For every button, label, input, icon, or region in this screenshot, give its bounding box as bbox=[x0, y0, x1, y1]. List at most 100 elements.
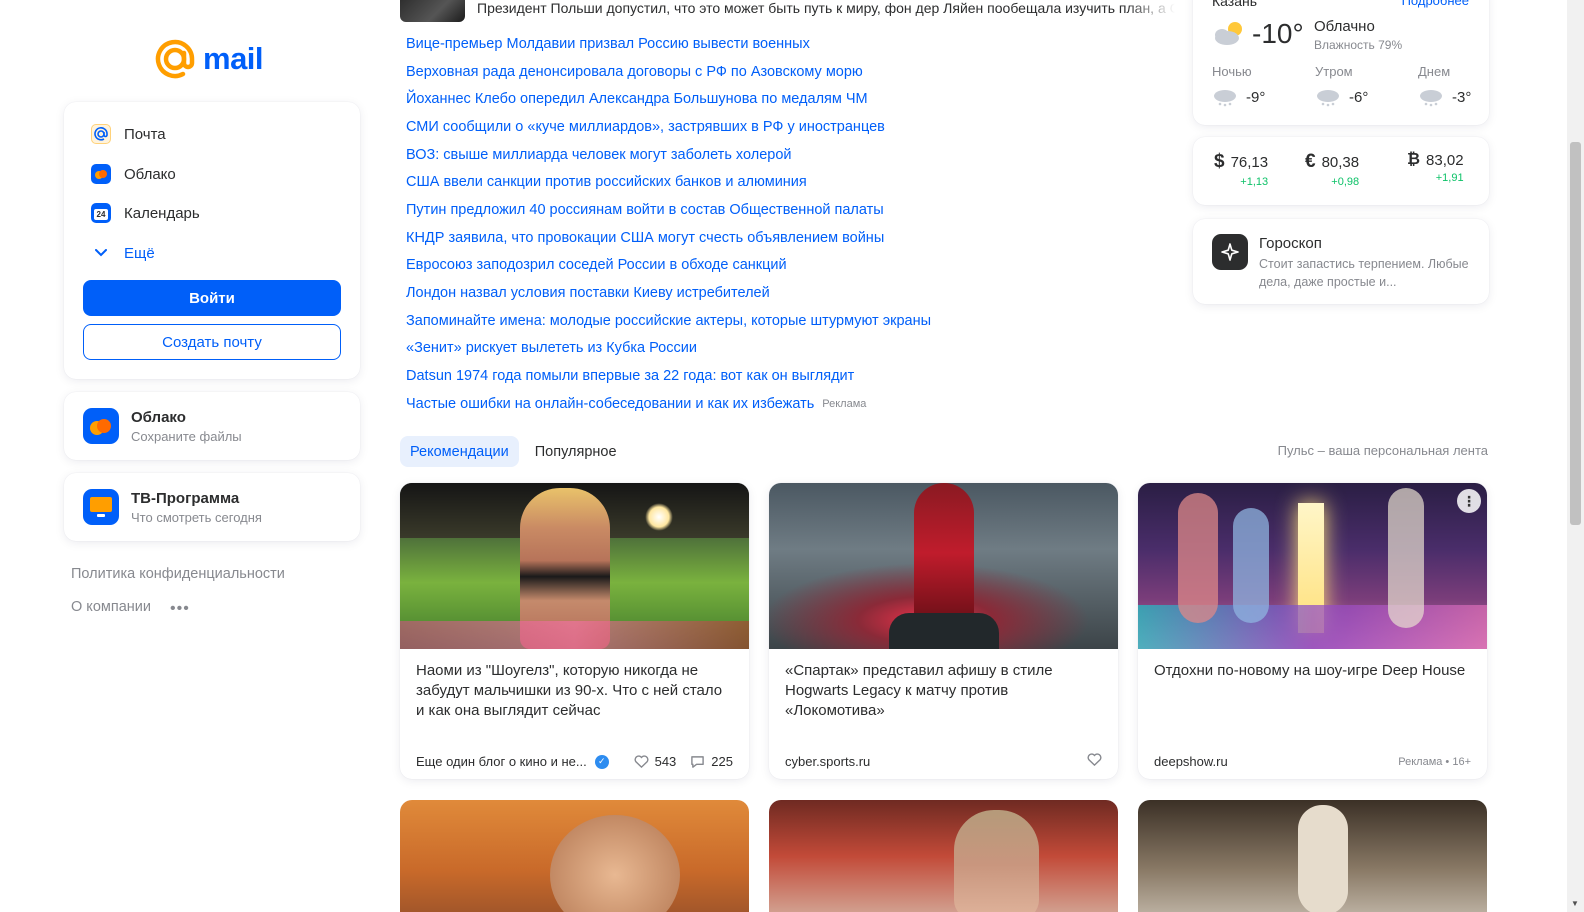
services-more-label: Ещё bbox=[124, 244, 155, 262]
more-vertical-icon[interactable]: ⋮ bbox=[1457, 489, 1481, 513]
service-mail[interactable]: Почта bbox=[91, 124, 166, 144]
comment-count: 225 bbox=[711, 754, 733, 769]
news-link[interactable]: Datsun 1974 года помыли впервые за 22 го… bbox=[406, 362, 931, 390]
tab-popular[interactable]: Популярное bbox=[525, 436, 627, 467]
weather-card[interactable]: Казань Подробнее -10° Облачно Влажность … bbox=[1193, 0, 1489, 125]
feed-image bbox=[1298, 805, 1348, 912]
service-label: Облако bbox=[124, 165, 176, 183]
weather-part-temp: -3° bbox=[1452, 88, 1472, 106]
feed-tabs: Рекомендации Популярное bbox=[400, 436, 627, 467]
scrollbar-thumb[interactable] bbox=[1570, 142, 1581, 525]
feed-source[interactable]: cyber.sports.ru bbox=[785, 754, 870, 769]
weather-city[interactable]: Казань bbox=[1212, 0, 1257, 9]
euro-icon: € bbox=[1305, 151, 1316, 172]
currency-rates-card[interactable]: $ 76,13 +1,13 € 80,38 +0,98 ₿ 83,02 +1,9… bbox=[1193, 137, 1489, 205]
weather-part-label: Утром bbox=[1315, 64, 1353, 79]
weather-condition: Облачно bbox=[1314, 18, 1375, 35]
services-more-button[interactable]: Ещё bbox=[91, 243, 155, 263]
weather-part-temp: -9° bbox=[1246, 88, 1266, 106]
feed-card[interactable] bbox=[1138, 800, 1487, 912]
tab-recommendations[interactable]: Рекомендации bbox=[400, 436, 519, 467]
news-link[interactable]: «Зенит» рискует вылететь из Кубка России bbox=[406, 335, 931, 363]
rate-change: +1,13 bbox=[1240, 176, 1269, 188]
service-calendar[interactable]: 24 Календарь bbox=[91, 203, 200, 223]
cloud-promo-card[interactable]: Облако Сохраните файлы bbox=[64, 392, 360, 460]
news-link[interactable]: Верховная рада денонсировала договоры с … bbox=[406, 58, 931, 86]
feed-image bbox=[550, 815, 680, 912]
footer-more-icon[interactable]: ••• bbox=[170, 600, 190, 618]
feed-image bbox=[954, 810, 1039, 912]
news-link[interactable]: КНДР заявила, что провокации США могут с… bbox=[406, 224, 931, 252]
page-scrollbar[interactable]: ▼ bbox=[1567, 0, 1584, 912]
services-card: Почта Облако 24 Календарь Ещё Войти Созд… bbox=[64, 102, 360, 379]
comments-button[interactable]: 225 bbox=[690, 754, 733, 769]
snow-cloud-icon bbox=[1214, 90, 1236, 107]
oil-icon: ₿ bbox=[1407, 151, 1421, 168]
feed-title: «Спартак» представил афишу в стиле Hogwa… bbox=[785, 662, 1053, 719]
comment-icon bbox=[691, 755, 705, 768]
feed-card[interactable]: Наоми из "Шоугелз", которую никогда не з… bbox=[400, 483, 749, 779]
rate-usd[interactable]: $ 76,13 +1,13 bbox=[1214, 151, 1268, 188]
rate-eur[interactable]: € 80,38 +0,98 bbox=[1305, 151, 1359, 188]
feed-card[interactable]: «Спартак» представил афишу в стиле Hogwa… bbox=[769, 483, 1118, 779]
heart-icon bbox=[1087, 753, 1102, 767]
calendar-icon: 24 bbox=[91, 203, 111, 223]
service-label: Почта bbox=[124, 125, 166, 143]
feed-card[interactable] bbox=[400, 800, 749, 912]
news-link[interactable]: Лондон назвал условия поставки Киеву ист… bbox=[406, 279, 931, 307]
mail-logo[interactable]: mail bbox=[155, 38, 264, 80]
heart-icon bbox=[634, 755, 649, 768]
snow-cloud-icon bbox=[1420, 90, 1442, 107]
horoscope-text: Стоит запастись терпением. Любые дела, д… bbox=[1259, 257, 1469, 289]
news-link[interactable]: Путин предложил 40 россиянам войти в сос… bbox=[406, 196, 931, 224]
tv-promo-card[interactable]: ТВ-Программа Что смотреть сегодня bbox=[64, 473, 360, 541]
news-link[interactable]: Запоминайте имена: молодые российские ак… bbox=[406, 307, 931, 335]
like-button[interactable]: 543 bbox=[634, 754, 676, 769]
feed-source[interactable]: Еще один блог о кино и не... bbox=[416, 754, 587, 769]
news-link[interactable]: СМИ сообщили о «куче миллиардов», застря… bbox=[406, 113, 931, 141]
create-mail-button[interactable]: Создать почту bbox=[83, 324, 341, 360]
weather-more-link[interactable]: Подробнее bbox=[1402, 0, 1469, 8]
feed-image: ⋮ bbox=[1138, 483, 1487, 649]
horoscope-card[interactable]: Гороскоп Стоит запастись терпением. Любы… bbox=[1193, 219, 1489, 304]
about-company-link[interactable]: О компании bbox=[71, 599, 151, 615]
feed-footer: deepshow.ru Реклама • 16+ bbox=[1154, 754, 1471, 769]
promo-subtitle: Что смотреть сегодня bbox=[131, 509, 262, 525]
dollar-icon: $ bbox=[1214, 151, 1225, 172]
login-button[interactable]: Войти bbox=[83, 280, 341, 316]
news-link[interactable]: США ввели санкции против российских банк… bbox=[406, 168, 931, 196]
news-link[interactable]: Йоханнес Клебо опередил Александра Больш… bbox=[406, 85, 931, 113]
weather-part: Днем -3° bbox=[1418, 64, 1508, 107]
weather-part: Утром -6° bbox=[1315, 64, 1405, 107]
news-link[interactable]: Евросоюз заподозрил соседей России в обх… bbox=[406, 252, 931, 280]
weather-part-label: Ночью bbox=[1212, 64, 1252, 79]
service-label: Календарь bbox=[124, 204, 200, 222]
top-news-item[interactable]: Президент Польши допустил, что это может… bbox=[400, 0, 1175, 22]
feed-card[interactable]: ⋮ Отдохни по-новому на шоу-игре Deep Hou… bbox=[1138, 483, 1487, 779]
weather-temp: -10° bbox=[1252, 18, 1304, 49]
news-link[interactable]: ВОЗ: свыше миллиарда человек могут забол… bbox=[406, 141, 931, 169]
feed-card[interactable] bbox=[769, 800, 1118, 912]
scroll-down-icon[interactable]: ▼ bbox=[1571, 899, 1579, 908]
weather-part-label: Днем bbox=[1418, 64, 1451, 79]
weather-humidity: Влажность 79% bbox=[1314, 38, 1403, 52]
rate-value: 83,02 bbox=[1426, 151, 1464, 169]
rate-oil[interactable]: ₿ 83,02 +1,91 bbox=[1407, 151, 1464, 184]
news-link[interactable]: Частые ошибки на онлайн-собеседовании и … bbox=[406, 396, 814, 412]
service-cloud[interactable]: Облако bbox=[91, 164, 176, 184]
promo-title: ТВ-Программа bbox=[131, 489, 240, 507]
news-ad-item[interactable]: Частые ошибки на онлайн-собеседовании и … bbox=[406, 390, 931, 418]
like-button[interactable] bbox=[1087, 753, 1102, 769]
feed-footer: cyber.sports.ru bbox=[785, 753, 1102, 769]
news-link[interactable]: Вице-премьер Молдавии призвал Россию выв… bbox=[406, 30, 931, 58]
tv-icon bbox=[83, 489, 119, 525]
feed-image bbox=[769, 483, 1118, 649]
cloud-app-icon bbox=[83, 408, 119, 444]
promo-title: Облако bbox=[131, 408, 186, 426]
privacy-policy-link[interactable]: Политика конфиденциальности bbox=[71, 566, 285, 582]
sparkle-icon bbox=[1212, 234, 1248, 270]
feed-source[interactable]: deepshow.ru bbox=[1154, 754, 1228, 769]
verified-icon: ✓ bbox=[594, 754, 609, 769]
ad-age-label: Реклама • 16+ bbox=[1398, 755, 1471, 768]
mail-at-icon bbox=[91, 124, 111, 144]
